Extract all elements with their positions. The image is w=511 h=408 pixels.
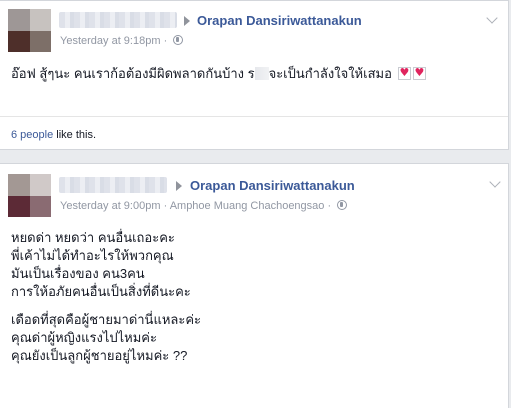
chevron-down-icon[interactable] [486, 12, 498, 24]
triangle-right-icon [176, 181, 182, 191]
divider [0, 116, 508, 117]
post-line: คุณยังเป็นลูกผู้ชายอยู่ไหมค่ะ ?? [11, 348, 188, 363]
post-text-part: จะเป็นกำลังใจให้เสมอ [268, 66, 392, 81]
author-name[interactable]: Orapan Dansiriwattanakun [190, 178, 355, 193]
post-line: มันเป็นเรื่องของ คน3คน [11, 266, 145, 281]
post-line: คุณด่าผู้หญิงแรงไปไหมค่ะ [11, 330, 157, 345]
meta-separator: · [163, 200, 168, 212]
globe-icon[interactable] [337, 200, 348, 210]
blurred-name [59, 12, 177, 28]
likes-suffix: like this. [53, 129, 97, 141]
post-line: เดือดที่สุดคือผู้ชายมาด่านี่แหละค่ะ [11, 312, 202, 327]
meta-separator: · [327, 200, 332, 212]
location-link[interactable]: Amphoe Muang Chachoengsao [170, 200, 325, 212]
author-name[interactable]: Orapan Dansiriwattanakun [197, 13, 362, 28]
post-meta: Yesterday at 9:18pm · [60, 35, 184, 47]
blurred-text [254, 67, 269, 80]
globe-icon[interactable] [173, 35, 184, 45]
post-text: อ๊อฟ สู้ๆนะ คนเราก้อต้องมีผิดพลาดกันบ้าง… [11, 63, 426, 84]
post-line: พี่เค้าไม่ได้ทำอะไรให้พวกคุณ [11, 248, 174, 263]
post-text-part: อ๊อฟ สู้ๆนะ คนเราก้อต้องมีผิดพลาดกันบ้าง… [11, 66, 255, 81]
heart-emoji-icon [412, 66, 426, 80]
post-text: หยดด่า หยดว่า คนอื่นเถอะคะ พี่เค้าไม่ได้… [11, 229, 201, 365]
triangle-right-icon [184, 16, 190, 26]
timestamp[interactable]: Yesterday at 9:00pm [60, 200, 161, 212]
avatar[interactable] [8, 9, 51, 52]
post-meta: Yesterday at 9:00pm · Amphoe Muang Chach… [60, 200, 348, 212]
avatar[interactable] [8, 174, 51, 217]
likes-summary: 6 people like this. [11, 129, 96, 141]
meta-separator: · [163, 35, 168, 47]
blurred-name [59, 177, 167, 193]
post-card: Orapan Dansiriwattanakun Yesterday at 9:… [0, 0, 509, 150]
heart-emoji-icon [397, 66, 411, 80]
post-line: หยดด่า หยดว่า คนอื่นเถอะคะ [11, 230, 175, 245]
timestamp[interactable]: Yesterday at 9:18pm [60, 35, 161, 47]
likes-count-link[interactable]: 6 people [11, 129, 53, 141]
post-line: การให้อภัยคนอื่นเป็นสิ่งที่ดีนะคะ [11, 284, 191, 299]
